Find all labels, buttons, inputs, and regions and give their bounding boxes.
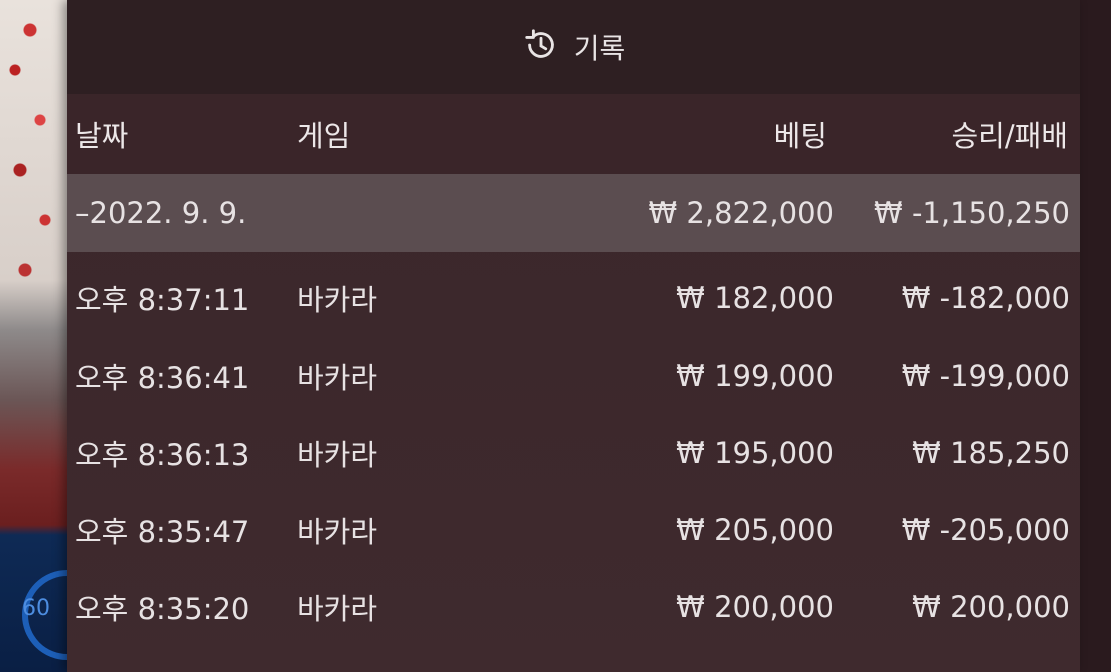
row-game: 바카라 xyxy=(297,283,378,317)
summary-bet: ₩ 2,822,000 xyxy=(648,196,834,230)
row-bet: ₩ 200,000 xyxy=(676,590,834,624)
column-header-win-loss: 승리/패배 xyxy=(951,119,1069,153)
row-win-loss: ₩ 200,000 xyxy=(912,590,1070,624)
table-row[interactable]: 오후 8:37:11 바카라 ₩ 182,000 ₩ -182,000 xyxy=(67,259,1080,337)
table-row[interactable]: 오후 8:36:13 바카라 ₩ 195,000 ₩ 185,250 xyxy=(67,414,1080,492)
table-row[interactable]: 오후 8:36:41 바카라 ₩ 199,000 ₩ -199,000 xyxy=(67,337,1080,415)
column-header-bet: 베팅 xyxy=(773,119,827,153)
row-win-loss: ₩ -205,000 xyxy=(901,513,1070,547)
row-bet: ₩ 182,000 xyxy=(676,281,834,315)
row-time: 오후 8:36:41 xyxy=(75,361,250,395)
row-win-loss: ₩ -182,000 xyxy=(901,281,1070,315)
row-game: 바카라 xyxy=(297,515,378,549)
row-game: 바카라 xyxy=(297,361,378,395)
row-time: 오후 8:36:13 xyxy=(75,438,250,472)
panel-header: 기록 xyxy=(67,0,1080,94)
history-panel: 기록 날짜 게임 베팅 승리/패배 –2022. 9. 9. ₩ 2,822,0… xyxy=(67,0,1080,672)
row-time: 오후 8:37:11 xyxy=(75,283,250,317)
summary-win-loss: ₩ -1,150,250 xyxy=(874,196,1070,230)
table-row[interactable]: 오후 8:35:20 바카라 ₩ 200,000 ₩ 200,000 xyxy=(67,568,1080,646)
row-win-loss: ₩ 185,250 xyxy=(912,436,1070,470)
summary-date: –2022. 9. 9. xyxy=(75,196,247,230)
table-row[interactable]: 오후 8:35:47 바카라 ₩ 205,000 ₩ -205,000 xyxy=(67,491,1080,569)
gauge-label: 60 xyxy=(22,596,50,621)
page-title: 기록 xyxy=(573,32,626,65)
date-summary-row[interactable]: –2022. 9. 9. ₩ 2,822,000 ₩ -1,150,250 xyxy=(67,174,1080,252)
row-time: 오후 8:35:20 xyxy=(75,592,250,626)
column-header-game: 게임 xyxy=(297,119,351,153)
row-bet: ₩ 195,000 xyxy=(676,436,834,470)
row-game: 바카라 xyxy=(297,438,378,472)
row-game: 바카라 xyxy=(297,592,378,626)
row-win-loss: ₩ -199,000 xyxy=(901,359,1070,393)
table-header: 날짜 게임 베팅 승리/패배 xyxy=(67,94,1080,174)
row-time: 오후 8:35:47 xyxy=(75,515,250,549)
row-bet: ₩ 199,000 xyxy=(676,359,834,393)
row-bet: ₩ 205,000 xyxy=(676,513,834,547)
column-header-date: 날짜 xyxy=(75,119,129,153)
history-icon xyxy=(522,26,560,68)
